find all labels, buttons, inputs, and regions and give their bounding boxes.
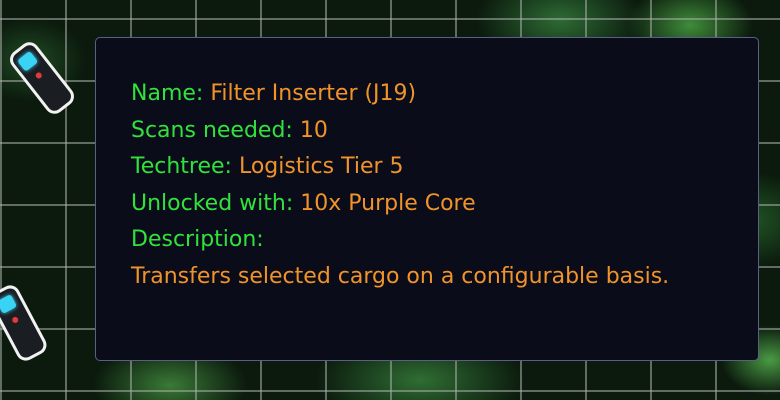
scanner-button <box>34 71 43 80</box>
description-row: Description: <box>131 222 758 259</box>
description-label: Description: <box>131 227 264 252</box>
scanner-screen <box>17 50 39 72</box>
item-info-tooltip: Name: Filter Inserter (J19) Scans needed… <box>95 37 759 361</box>
unlock-label: Unlocked with: <box>131 190 294 216</box>
techtree-row: Techtree: Logistics Tier 5 <box>131 149 758 186</box>
techtree-label: Techtree: <box>131 154 232 179</box>
unlock-row: Unlocked with: 10x Purple Core <box>131 186 758 223</box>
name-label: Name: <box>131 81 204 106</box>
name-row: Name: Filter Inserter (J19) <box>131 76 758 113</box>
scans-row: Scans needed: 10 <box>131 113 758 150</box>
unlock-value: 10x Purple Core <box>300 190 476 216</box>
techtree-value: Logistics Tier 5 <box>238 154 404 179</box>
description-text: Transfers selected cargo on a configurab… <box>131 263 670 289</box>
scans-value: 10 <box>299 117 328 143</box>
name-value: Filter Inserter (J19) <box>210 81 417 106</box>
scanner-screen <box>0 294 18 314</box>
scanner-button <box>11 315 20 324</box>
scans-label: Scans needed: <box>131 117 293 143</box>
